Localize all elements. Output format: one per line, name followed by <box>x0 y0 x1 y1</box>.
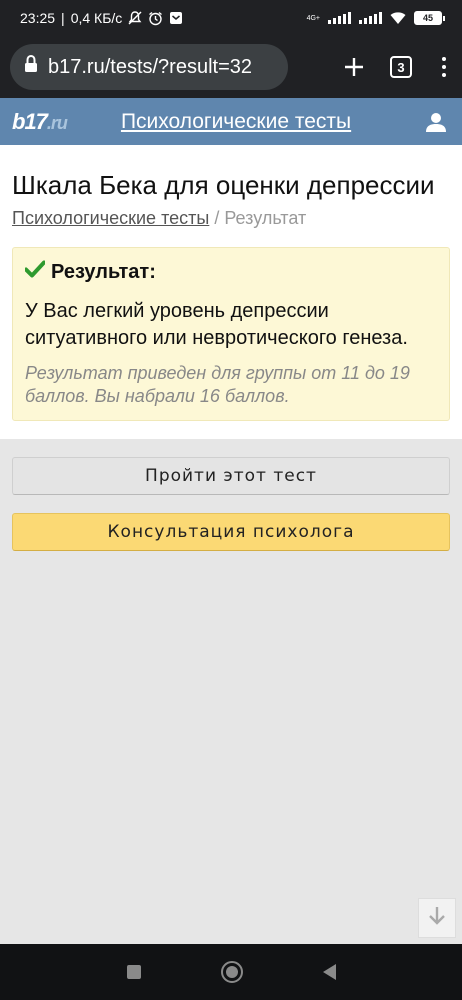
scroll-down-button[interactable] <box>418 898 456 938</box>
more-vert-icon[interactable] <box>434 57 454 77</box>
logo-suffix: .ru <box>46 112 68 133</box>
result-box: Результат: У Вас легкий уровень депресси… <box>12 247 450 421</box>
status-separator: | <box>61 10 65 26</box>
arrow-down-icon <box>428 906 446 931</box>
battery-level: 45 <box>422 13 433 23</box>
back-icon[interactable] <box>322 964 336 980</box>
home-icon[interactable] <box>220 961 243 983</box>
consultation-button[interactable]: Консультация психолога <box>12 513 450 551</box>
browser-actions: 3 <box>340 51 454 83</box>
new-tab-icon[interactable] <box>340 51 368 83</box>
signal-icon <box>328 12 351 24</box>
signal-2-icon <box>359 12 382 24</box>
user-icon[interactable] <box>422 108 450 136</box>
page-header: Шкала Бека для оценки депрессии Психолог… <box>0 145 462 247</box>
browser-toolbar: b17.ru/tests/?result=32 3 <box>0 36 462 98</box>
status-right: 4G+ 45 <box>306 11 445 25</box>
breadcrumb-separator: / <box>209 208 225 228</box>
page-title: Шкала Бека для оценки депрессии <box>12 170 435 200</box>
result-heading: Результат: <box>24 260 437 284</box>
logo-main: b17 <box>12 108 48 134</box>
spacer <box>12 421 450 439</box>
site-logo[interactable]: b17.ru <box>12 108 68 135</box>
take-test-button[interactable]: Пройти этот тест <box>12 457 450 495</box>
result-heading-text: Результат: <box>51 260 156 283</box>
page-content: Шкала Бека для оценки депрессии Психолог… <box>0 145 462 944</box>
app-notification-icon <box>169 11 183 25</box>
wifi-icon <box>390 11 406 25</box>
status-network-speed: 0,4 КБ/с <box>70 10 123 26</box>
status-left: 23:25 | 0,4 КБ/с <box>20 10 183 26</box>
url-text: b17.ru/tests/?result=32 <box>48 55 253 78</box>
status-bar: 23:25 | 0,4 КБ/с 4G+ 45 <box>0 0 462 36</box>
breadcrumb-current: Результат <box>224 208 307 228</box>
breadcrumb-link-tests[interactable]: Психологические тесты <box>12 208 209 228</box>
system-nav-bar <box>0 944 462 1000</box>
recents-icon[interactable] <box>126 965 141 979</box>
result-text: У Вас легкий уровень депрессии ситуативн… <box>25 300 408 349</box>
alarm-icon <box>148 11 163 26</box>
tab-switcher-icon[interactable]: 3 <box>390 56 412 78</box>
network-type-label: 4G+ <box>306 14 320 22</box>
checkmark-icon <box>24 260 46 284</box>
lock-icon <box>24 54 38 79</box>
status-time: 23:25 <box>20 10 56 26</box>
result-note: Результат приведен для группы от 11 до 1… <box>25 363 410 406</box>
header-section-link[interactable]: Психологические тесты <box>121 110 351 134</box>
mute-notifications-icon <box>128 11 142 25</box>
address-bar[interactable]: b17.ru/tests/?result=32 <box>10 44 288 90</box>
site-header: b17.ru Психологические тесты <box>0 98 462 145</box>
tab-count: 3 <box>397 59 405 75</box>
breadcrumb: Психологические тесты / Результат <box>12 208 450 229</box>
battery-icon: 45 <box>414 11 445 25</box>
result-section: Результат: У Вас легкий уровень депресси… <box>0 247 462 439</box>
